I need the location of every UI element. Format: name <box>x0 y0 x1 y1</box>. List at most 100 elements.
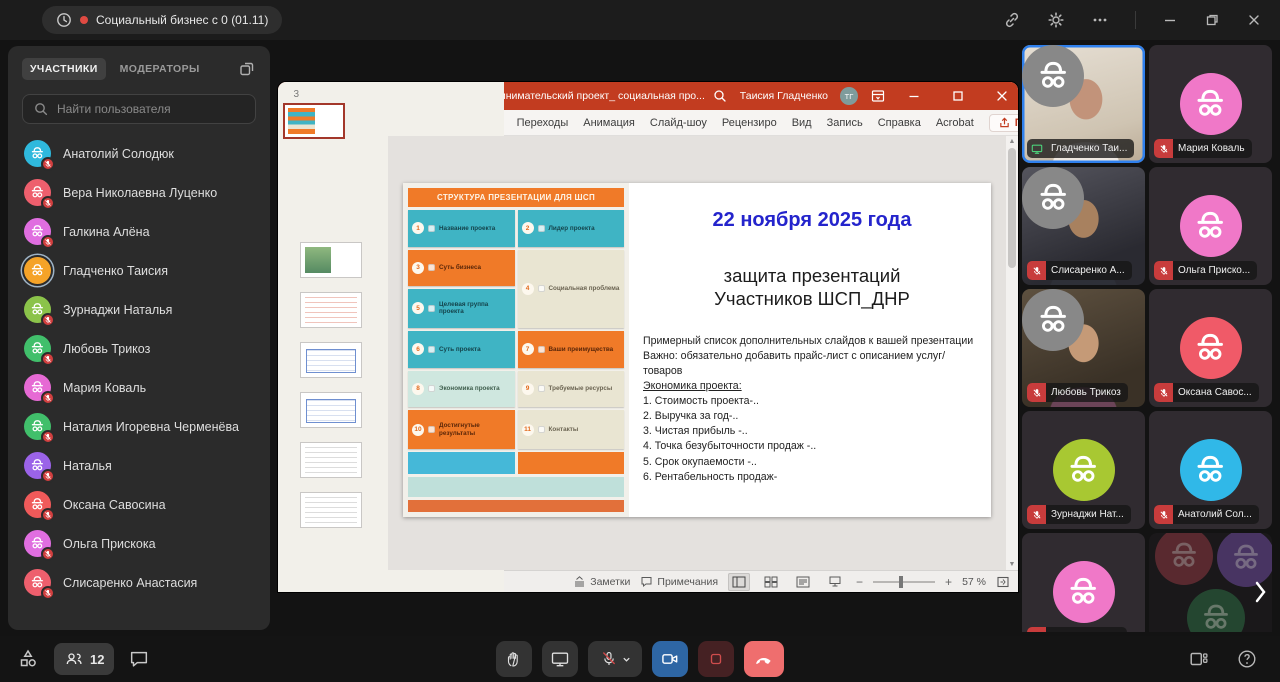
participants-count-button[interactable]: 12 <box>54 643 114 675</box>
slide-title-line1: защита презентаций <box>643 264 981 287</box>
comments-button[interactable]: Примечания <box>640 575 718 588</box>
infographic-footer-orange-bar <box>518 452 625 474</box>
participant-name: Слисаренко Анастасия <box>63 576 197 590</box>
normal-view-button[interactable] <box>728 573 750 591</box>
help-icon[interactable] <box>1236 648 1258 670</box>
participant-row[interactable]: Наталия Игоревна Черменёва <box>14 407 264 446</box>
participant-row[interactable]: Галкина Алёна <box>14 212 264 251</box>
participant-row[interactable]: Оксана Савосина <box>14 485 264 524</box>
search-user-box[interactable] <box>22 94 256 124</box>
chat-icon[interactable] <box>128 648 150 670</box>
participant-row[interactable]: Зурнаджи Наталья <box>14 290 264 329</box>
close-window-icon[interactable] <box>1246 12 1262 28</box>
participant-row[interactable]: Гладченко Таисия <box>14 251 264 290</box>
ribbon-tab[interactable]: Слайд-шоу <box>650 117 707 129</box>
slide-body-line: 6. Рентабельность продаж- <box>643 470 981 485</box>
scrollbar-thumb[interactable] <box>1008 148 1016 268</box>
participant-row[interactable]: Любовь Трикоз <box>14 329 264 368</box>
zoom-level[interactable]: 57 % <box>962 576 986 588</box>
canvas-scrollbar[interactable]: ▲ ▼ <box>1006 136 1018 570</box>
share-screen-button[interactable] <box>542 641 578 677</box>
ppt-maximize-icon[interactable] <box>942 82 974 110</box>
ribbon-tab[interactable]: Запись <box>827 117 863 129</box>
video-tile[interactable]: Зурнаджи Нат... <box>1022 411 1145 529</box>
chevron-down-icon[interactable] <box>622 655 631 664</box>
video-tile[interactable]: Галкина Алёна <box>1022 533 1145 632</box>
end-call-button[interactable] <box>744 641 784 677</box>
ribbon-tab[interactable]: Acrobat <box>936 117 974 129</box>
tile-avatar <box>1022 289 1084 351</box>
slide-body-line: 2. Выручка за год-.. <box>643 409 981 424</box>
popout-panel-icon[interactable] <box>238 60 256 78</box>
ribbon-tab[interactable]: Переходы <box>517 117 569 129</box>
ribbon-tab[interactable]: Анимация <box>583 117 635 129</box>
more-options-icon[interactable] <box>1091 11 1109 29</box>
infographic-item-icon <box>538 285 545 292</box>
zoom-slider-thumb[interactable] <box>899 576 903 588</box>
participant-row[interactable]: Слисаренко Анастасия <box>14 563 264 602</box>
raise-hand-button[interactable] <box>496 641 532 677</box>
minimize-window-icon[interactable] <box>1162 12 1178 28</box>
zoom-in-button[interactable]: + <box>945 575 952 589</box>
participant-name: Любовь Трикоз <box>63 342 150 356</box>
camera-button[interactable] <box>652 641 688 677</box>
participant-row[interactable]: Анатолий Солодюк <box>14 134 264 173</box>
layout-view-icon[interactable] <box>1188 648 1210 670</box>
share-button[interactable]: Поделиться <box>989 114 1018 132</box>
video-tile[interactable] <box>1149 533 1272 632</box>
ribbon-tab[interactable]: Рецензиро <box>722 117 777 129</box>
infographic-item-label: Название проекта <box>439 225 495 232</box>
reading-view-button[interactable] <box>792 573 814 591</box>
fit-to-window-icon[interactable] <box>996 575 1010 589</box>
ribbon-display-options-icon[interactable] <box>870 88 886 104</box>
video-tile[interactable]: Любовь Трикоз <box>1022 289 1145 407</box>
copy-link-icon[interactable] <box>1003 11 1021 29</box>
video-tile[interactable]: Мария Коваль <box>1149 45 1272 163</box>
notes-button[interactable]: Заметки <box>573 575 630 588</box>
zoom-out-button[interactable]: − <box>856 575 863 589</box>
scroll-down-icon[interactable]: ▼ <box>1009 561 1016 568</box>
account-name[interactable]: Таисия Гладченко <box>740 90 828 102</box>
record-button[interactable] <box>698 641 734 677</box>
participant-row[interactable]: Мария Коваль <box>14 368 264 407</box>
video-tile[interactable]: Оксана Савос... <box>1149 289 1272 407</box>
mic-muted-icon <box>44 472 52 480</box>
video-tile[interactable]: Гладченко Таи... <box>1022 45 1145 163</box>
participant-row[interactable]: Ольга Прискока <box>14 524 264 563</box>
participant-avatar <box>24 569 51 596</box>
divider <box>1135 11 1136 29</box>
ribbon-tab[interactable]: Вид <box>792 117 812 129</box>
ppt-close-icon[interactable] <box>986 82 1018 110</box>
next-page-icon[interactable] <box>1250 577 1270 607</box>
zoom-slider[interactable] <box>873 581 935 583</box>
infographic-item-label: Контакты <box>549 426 579 433</box>
incognito-avatar-icon <box>1064 573 1102 611</box>
muted-mic-badge <box>41 430 55 444</box>
restore-window-icon[interactable] <box>1204 12 1220 28</box>
settings-gear-icon[interactable] <box>1047 11 1065 29</box>
infographic-item-label: Суть бизнеса <box>439 264 481 271</box>
tile-participant-name: Галкина Алёна <box>1046 631 1127 632</box>
participant-row[interactable]: Вера Николаевна Луценко <box>14 173 264 212</box>
sidebar-tab[interactable]: МОДЕРАТОРЫ <box>112 58 208 80</box>
slide-body-text: Примерный список дополнительных слайдов … <box>643 334 981 484</box>
search-user-input[interactable] <box>57 102 237 116</box>
board-shapes-icon[interactable] <box>16 647 40 671</box>
ppt-search-icon[interactable] <box>712 88 728 104</box>
scroll-up-icon[interactable]: ▲ <box>1009 138 1016 145</box>
slide-sorter-view-button[interactable] <box>760 573 782 591</box>
ribbon-tab[interactable]: Справка <box>878 117 921 129</box>
participant-avatar <box>24 491 51 518</box>
video-tile[interactable]: Анатолий Сол... <box>1149 411 1272 529</box>
video-tile[interactable]: Слисаренко А... <box>1022 167 1145 285</box>
microphone-button[interactable] <box>588 641 642 677</box>
slideshow-view-button[interactable] <box>824 573 846 591</box>
ppt-minimize-icon[interactable] <box>898 82 930 110</box>
account-avatar[interactable]: ТГ <box>840 87 858 105</box>
infographic-item-icon <box>428 264 435 271</box>
video-tile[interactable]: Ольга Приско... <box>1149 167 1272 285</box>
mic-muted-icon <box>44 394 52 402</box>
sidebar-tab[interactable]: УЧАСТНИКИ <box>22 58 106 80</box>
powerpoint-window: ▾ социально предпринимательский проект_ … <box>278 82 1018 592</box>
participant-row[interactable]: Наталья <box>14 446 264 485</box>
